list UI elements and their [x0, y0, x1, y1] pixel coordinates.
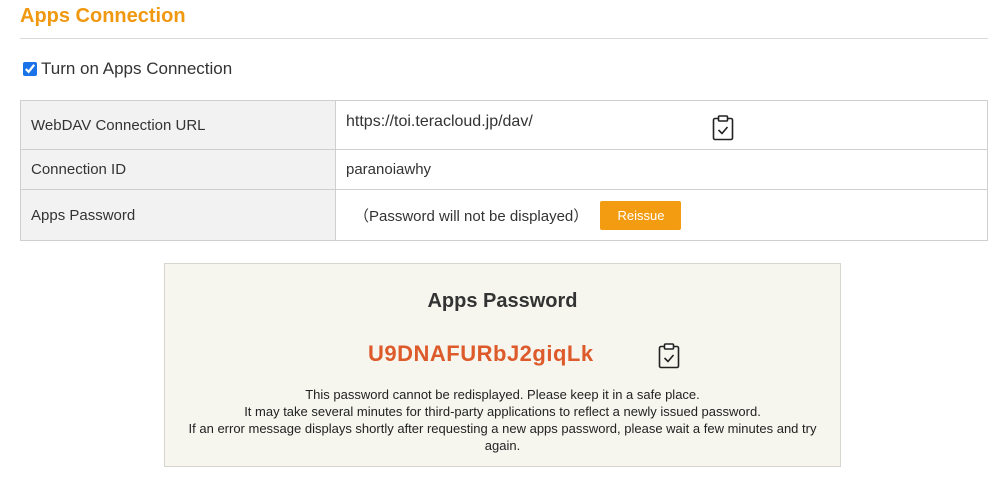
- apps-password-label: Apps Password: [20, 189, 336, 241]
- connection-id-value: paranoiawhy: [335, 149, 988, 190]
- note-line: This password cannot be redisplayed. Ple…: [305, 387, 700, 402]
- password-panel-title: Apps Password: [427, 290, 578, 312]
- generated-password[interactable]: U9DNAFURbJ2giqLk: [368, 341, 594, 367]
- apps-connection-checkbox[interactable]: [23, 62, 37, 76]
- webdav-url-value: https://toi.teracloud.jp/dav/: [346, 113, 533, 130]
- table-row: WebDAV Connection URL https://toi.teracl…: [20, 100, 988, 150]
- connection-settings-table: WebDAV Connection URL https://toi.teracl…: [20, 100, 988, 241]
- password-hidden-note: （Password will not be displayed）: [354, 207, 589, 225]
- table-row: Apps Password （Password will not be disp…: [20, 189, 988, 241]
- note-line: If an error message displays shortly aft…: [188, 421, 817, 453]
- new-password-panel: Apps Password U9DNAFURbJ2giqLk This pass…: [164, 263, 841, 467]
- table-row: Connection ID paranoiawhy: [20, 149, 988, 190]
- connection-id-label: Connection ID: [20, 149, 336, 190]
- password-notes: This password cannot be redisplayed. Ple…: [175, 386, 830, 454]
- clipboard-check-icon[interactable]: [658, 343, 680, 369]
- reissue-button[interactable]: Reissue: [600, 200, 682, 230]
- page-title: Apps Connection: [20, 5, 186, 27]
- clipboard-check-icon[interactable]: [712, 115, 734, 141]
- apps-connection-label: Turn on Apps Connection: [41, 59, 233, 78]
- apps-connection-toggle[interactable]: Turn on Apps Connection: [23, 59, 232, 79]
- title-divider: [20, 38, 988, 39]
- webdav-url-label: WebDAV Connection URL: [20, 100, 336, 150]
- note-line: It may take several minutes for third-pa…: [244, 404, 761, 419]
